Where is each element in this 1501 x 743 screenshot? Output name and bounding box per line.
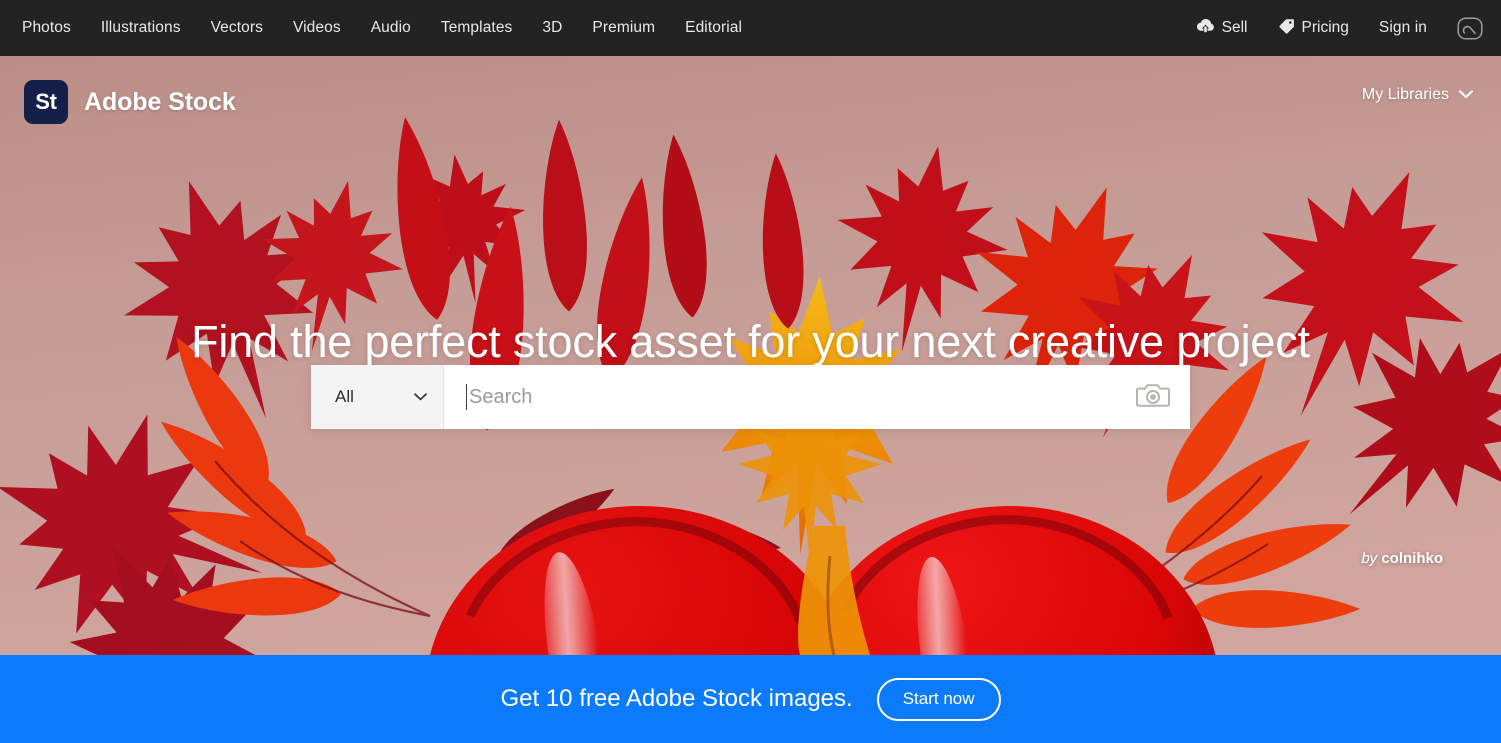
st-badge-icon: St [24,80,68,124]
nav-link-photos[interactable]: Photos [22,0,71,56]
hero-headline: Find the perfect stock asset for your ne… [191,316,1310,367]
sell-label: Sell [1221,19,1248,36]
pricing-label: Pricing [1301,19,1349,36]
brand-name-label: Adobe Stock [84,87,236,116]
nav-link-premium[interactable]: Premium [592,0,655,56]
global-navigation-bar: Photos Illustrations Vectors Videos Audi… [0,0,1501,56]
pricing-link[interactable]: Pricing [1278,18,1349,39]
global-nav-secondary-links: Sell Pricing Sign in [1166,0,1501,56]
sell-link[interactable]: Sell [1196,18,1248,38]
my-libraries-label: My Libraries [1361,86,1449,103]
my-libraries-menu[interactable]: My Libraries [1362,86,1473,104]
search-input-wrapper[interactable]: Search [444,365,1116,429]
search-category-dropdown[interactable]: All [311,365,444,429]
nav-link-templates[interactable]: Templates [441,0,513,56]
sign-in-link[interactable]: Sign in [1379,0,1427,56]
nav-link-audio[interactable]: Audio [371,0,411,56]
credit-by-label: by [1361,550,1378,567]
global-nav-primary-links: Photos Illustrations Vectors Videos Audi… [0,0,772,56]
hero-section: St Adobe Stock My Libraries Find the per… [0,56,1501,655]
nav-link-editorial[interactable]: Editorial [685,0,742,56]
adobe-stock-homepage: Photos Illustrations Vectors Videos Audi… [0,0,1501,743]
chevron-down-icon [414,388,427,406]
nav-link-illustrations[interactable]: Illustrations [101,0,181,56]
creative-cloud-icon[interactable] [1457,15,1483,41]
chevron-down-icon [1459,86,1473,104]
search-category-value: All [335,387,354,406]
text-cursor [466,384,467,410]
tag-icon [1278,18,1295,39]
camera-icon [1136,381,1170,414]
cloud-upload-icon [1196,18,1215,38]
visual-search-button[interactable] [1116,365,1190,429]
nav-link-vectors[interactable]: Vectors [211,0,263,56]
image-credit: by colnihko [1361,550,1443,567]
adobe-stock-logo[interactable]: St Adobe Stock [24,80,236,124]
search-bar: All Search [311,365,1190,429]
nav-link-videos[interactable]: Videos [293,0,341,56]
credit-artist-name[interactable]: colnihko [1381,550,1443,567]
nav-link-3d[interactable]: 3D [542,0,562,56]
promo-banner: Get 10 free Adobe Stock images. Start no… [0,655,1501,743]
search-input[interactable]: Search [469,386,532,409]
promo-text: Get 10 free Adobe Stock images. [500,685,853,712]
start-now-button[interactable]: Start now [876,677,1001,721]
